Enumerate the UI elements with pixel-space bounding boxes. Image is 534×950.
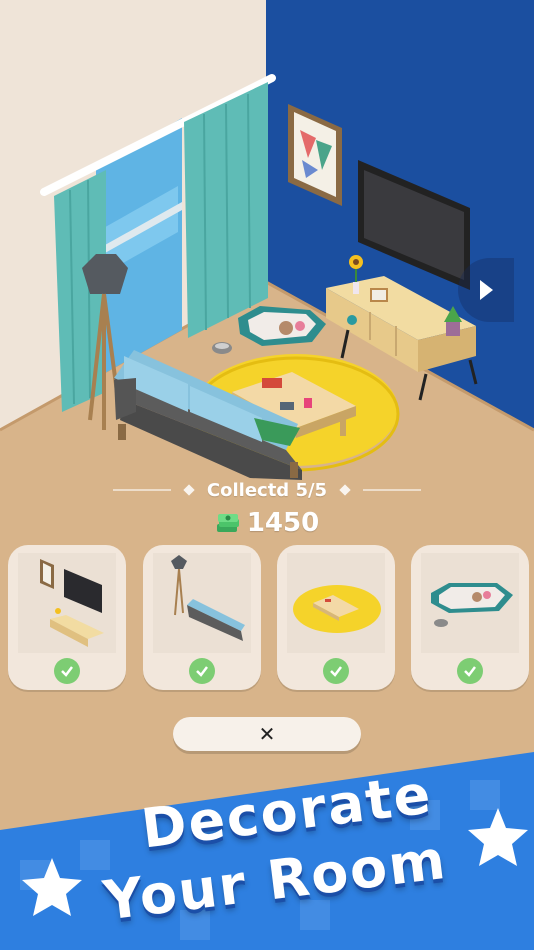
diamond-icon [183, 484, 195, 496]
coin-counter: 1450 [0, 508, 534, 538]
cash-stack-icon [216, 514, 239, 532]
divider-right [363, 489, 422, 491]
close-button[interactable]: ✕ [173, 717, 361, 751]
checkmark-icon [323, 658, 349, 684]
collected-text: Collectd 5/5 [206, 479, 328, 501]
rug-table-thumbnail [287, 553, 385, 653]
collected-status: Collectd 5/5 [0, 478, 534, 502]
diamond-icon [339, 484, 351, 496]
checkmark-icon [189, 658, 215, 684]
coin-amount: 1450 [246, 508, 320, 538]
checkmark-icon [457, 658, 483, 684]
sofa-thumbnail [153, 553, 251, 653]
item-card-pet-bed[interactable] [411, 545, 529, 690]
checkmark-icon [54, 658, 80, 684]
close-icon: ✕ [258, 722, 276, 746]
collected-items [8, 545, 529, 690]
pet-bed-thumbnail [421, 553, 519, 653]
divider-left [112, 489, 171, 491]
item-card-tv-stand[interactable] [8, 545, 126, 690]
item-card-sofa[interactable] [143, 545, 261, 690]
next-room-button[interactable] [458, 258, 514, 322]
item-card-rug-table[interactable] [277, 545, 395, 690]
tv-stand-thumbnail [18, 553, 116, 653]
play-arrow-icon [480, 280, 493, 300]
